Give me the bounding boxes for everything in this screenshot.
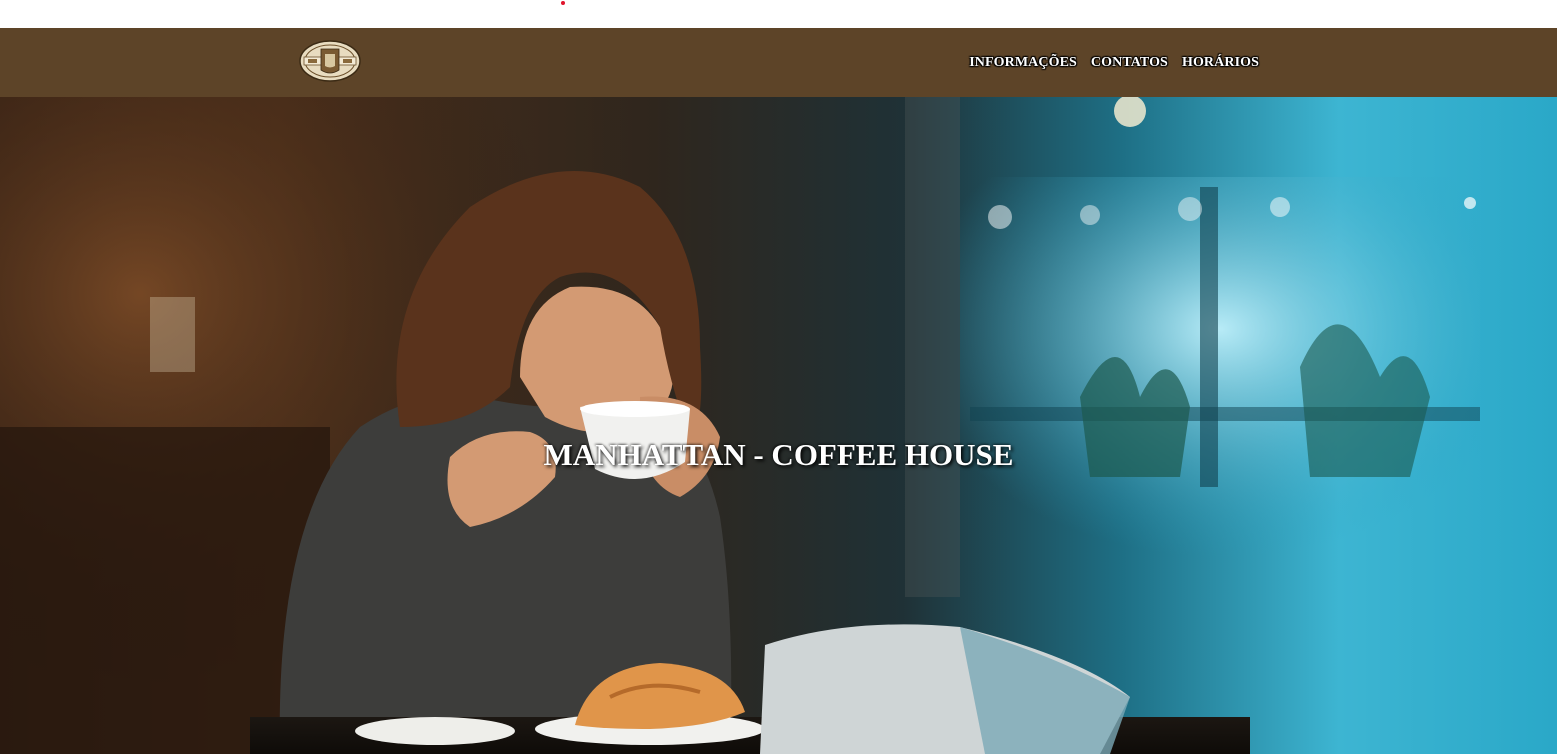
navbar: INFORMAÇÕES CONTATOS HORÁRIOS [0,28,1557,97]
main-nav: INFORMAÇÕES CONTATOS HORÁRIOS [969,28,1259,97]
hero-photo [0,97,1480,754]
nav-contatos[interactable]: CONTATOS [1091,55,1168,71]
nav-horarios[interactable]: HORÁRIOS [1182,55,1259,71]
hero-section: MANHATTAN - COFFEE HOUSE [0,97,1557,754]
loading-dot [561,1,565,5]
logo-emblem-icon[interactable] [299,40,361,82]
hero-title: MANHATTAN - COFFEE HOUSE [543,436,1014,472]
top-strip [0,0,1557,28]
nav-informacoes[interactable]: INFORMAÇÕES [969,55,1077,71]
